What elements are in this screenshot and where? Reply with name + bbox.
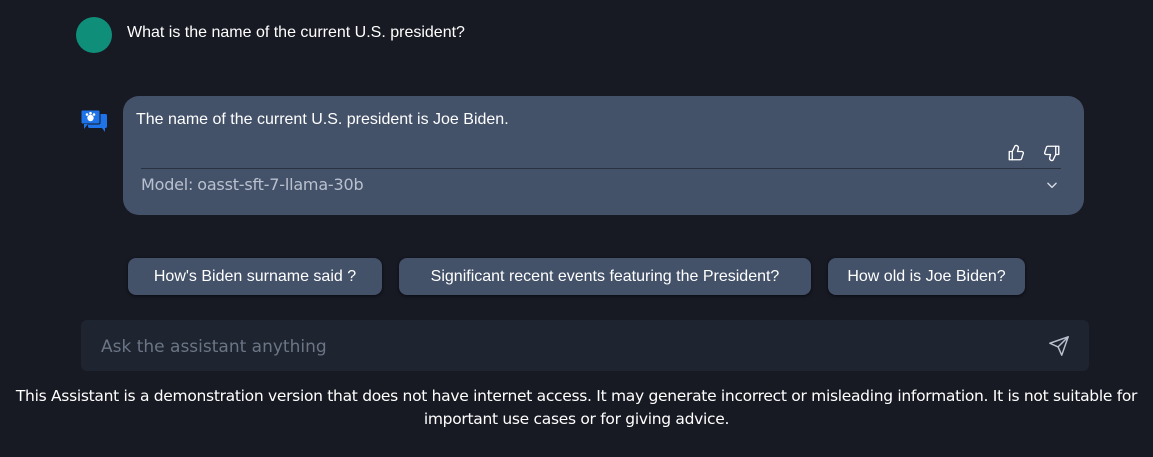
suggestion-button[interactable]: How old is Joe Biden? — [828, 258, 1025, 295]
assistant-chat-icon — [80, 109, 107, 132]
assistant-message-bubble: The name of the current U.S. president i… — [123, 96, 1084, 215]
model-label: Model: — [141, 175, 194, 194]
thumbs-up-icon[interactable] — [1007, 144, 1025, 162]
disclaimer-text: This Assistant is a demonstration versio… — [0, 385, 1153, 431]
disclaimer-line-2: important use cases or for giving advice… — [423, 410, 730, 428]
chat-input[interactable] — [99, 320, 1043, 373]
chat-input-container — [81, 320, 1089, 373]
send-icon[interactable] — [1048, 335, 1070, 357]
suggestion-button[interactable]: How's Biden surname said ? — [128, 258, 382, 295]
model-info: Model: oasst-sft-7-llama-30b — [141, 175, 364, 194]
chat-page: What is the name of the current U.S. pre… — [0, 0, 1153, 457]
disclaimer-line-1: This Assistant is a demonstration versio… — [15, 387, 1138, 405]
suggestion-button[interactable]: Significant recent events featuring the … — [399, 258, 811, 295]
user-avatar — [76, 17, 112, 53]
model-name: oasst-sft-7-llama-30b — [197, 175, 364, 194]
user-message-text: What is the name of the current U.S. pre… — [127, 24, 465, 41]
chevron-down-icon[interactable] — [1045, 178, 1059, 192]
assistant-message-text: The name of the current U.S. president i… — [136, 111, 509, 128]
bubble-divider — [141, 168, 1061, 169]
thumbs-down-icon[interactable] — [1043, 144, 1061, 162]
